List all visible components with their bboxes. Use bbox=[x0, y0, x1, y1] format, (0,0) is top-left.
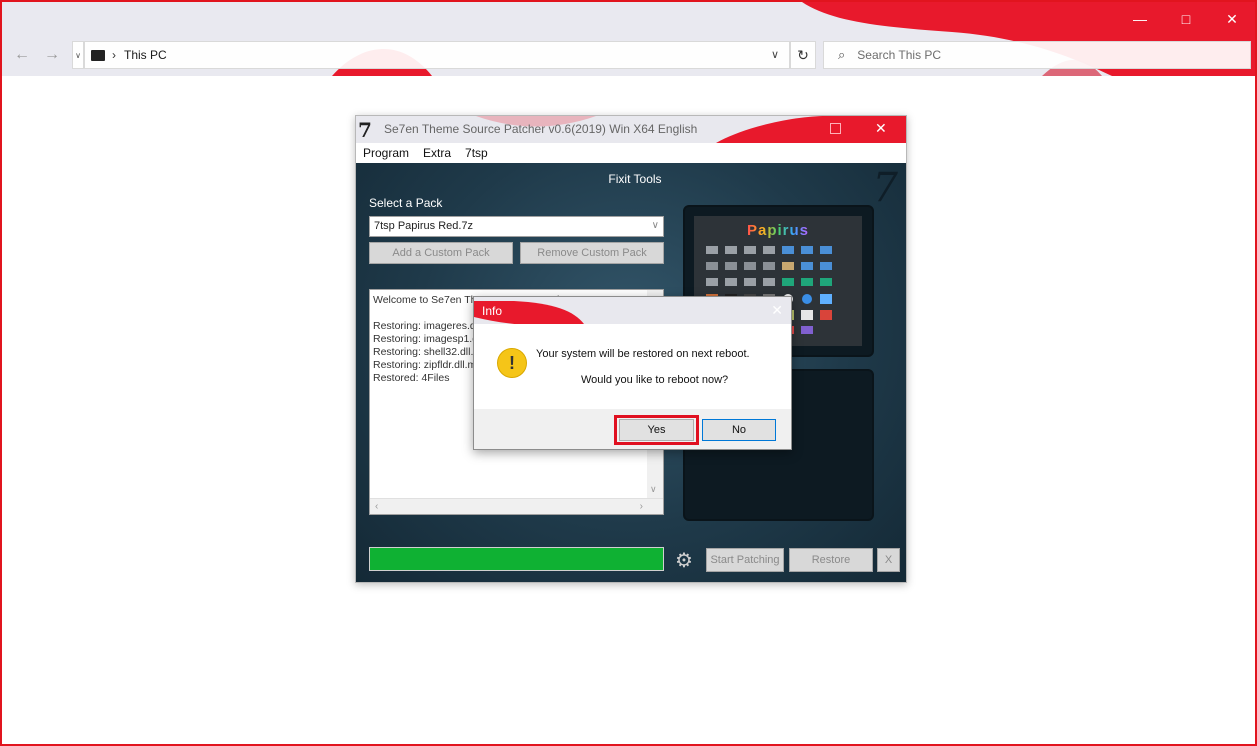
explorer-titlebar: — □ ✕ ← → ∨ › This PC ∨ ↻ ⌕ Search This … bbox=[2, 2, 1255, 76]
dialog-message-line1: Your system will be restored on next reb… bbox=[536, 348, 750, 360]
arrow-left-icon: ← bbox=[14, 46, 30, 63]
progress-bar bbox=[369, 547, 664, 571]
dialog-close-button[interactable]: ✕ bbox=[771, 302, 783, 319]
dialog-title-wave bbox=[474, 301, 584, 324]
dialog-footer: Yes No bbox=[474, 409, 791, 449]
scroll-right-icon[interactable]: › bbox=[640, 500, 643, 513]
gear-icon[interactable]: ⚙ bbox=[670, 548, 698, 572]
address-bar[interactable]: › This PC ∨ bbox=[84, 41, 790, 69]
remove-custom-pack-button[interactable]: Remove Custom Pack bbox=[520, 242, 664, 264]
search-input[interactable]: ⌕ Search This PC bbox=[823, 41, 1251, 69]
maximize-button[interactable] bbox=[830, 123, 841, 134]
fixit-tools-header: Fixit Tools bbox=[608, 172, 662, 186]
breadcrumb-this-pc[interactable]: This PC bbox=[124, 48, 167, 62]
menu-bar: Program Extra 7tsp bbox=[356, 143, 906, 163]
recent-locations-button[interactable]: ∨ bbox=[72, 41, 84, 69]
patcher-titlebar: 7 Se7en Theme Source Patcher v0.6(2019) … bbox=[356, 116, 906, 143]
dialog-titlebar: Info ✕ bbox=[474, 297, 791, 324]
scroll-left-icon[interactable]: ‹ bbox=[375, 500, 378, 513]
scroll-down-icon[interactable]: ∨ bbox=[650, 483, 657, 496]
forward-button[interactable]: → bbox=[38, 42, 66, 68]
menu-program[interactable]: Program bbox=[356, 143, 416, 163]
start-patching-button[interactable]: Start Patching bbox=[706, 548, 784, 572]
restore-button[interactable]: Restore bbox=[789, 548, 873, 572]
back-button[interactable]: ← bbox=[8, 42, 36, 68]
address-dropdown-icon[interactable]: ∨ bbox=[771, 48, 779, 61]
chevron-down-icon: ∨ bbox=[651, 220, 659, 231]
monitor-icon bbox=[91, 49, 105, 61]
search-placeholder: Search This PC bbox=[857, 48, 942, 62]
menu-extra[interactable]: Extra bbox=[416, 143, 458, 163]
screen: — □ ✕ ← → ∨ › This PC ∨ ↻ ⌕ Search This … bbox=[0, 0, 1257, 746]
breadcrumb-chevron-icon: › bbox=[112, 48, 116, 62]
7tsp-logo-icon: 7 bbox=[872, 165, 898, 211]
select-pack-label: Select a Pack bbox=[369, 196, 443, 210]
search-icon: ⌕ bbox=[838, 47, 846, 62]
refresh-icon: ↻ bbox=[797, 46, 809, 63]
arrow-right-icon: → bbox=[44, 46, 60, 63]
address-row: ← → ∨ › This PC ∨ ↻ ⌕ Search This PC bbox=[6, 40, 1251, 70]
yes-button[interactable]: Yes bbox=[619, 419, 694, 441]
horizontal-scrollbar[interactable]: ‹ › bbox=[370, 498, 663, 514]
refresh-button[interactable]: ↻ bbox=[790, 41, 816, 69]
dialog-title: Info bbox=[482, 304, 503, 318]
pack-select-value: 7tsp Papirus Red.7z bbox=[374, 220, 474, 232]
add-custom-pack-button[interactable]: Add a Custom Pack bbox=[369, 242, 513, 264]
close-x-button[interactable]: X bbox=[877, 548, 900, 572]
app-logo-icon: 7 bbox=[358, 118, 372, 142]
chevron-down-icon: ∨ bbox=[75, 50, 81, 60]
no-button[interactable]: No bbox=[702, 419, 776, 441]
info-dialog: Info ✕ ! Your system will be restored on… bbox=[473, 296, 792, 450]
menu-7tsp[interactable]: 7tsp bbox=[458, 143, 495, 163]
warning-icon: ! bbox=[497, 348, 527, 378]
patcher-title: Se7en Theme Source Patcher v0.6(2019) Wi… bbox=[384, 122, 698, 136]
dialog-message-line2: Would you like to reboot now? bbox=[581, 374, 729, 386]
minimize-button[interactable]: — bbox=[1117, 2, 1163, 36]
pack-select[interactable]: 7tsp Papirus Red.7z ∨ bbox=[369, 216, 664, 237]
close-button[interactable]: ✕ bbox=[875, 120, 887, 137]
maximize-button[interactable]: □ bbox=[1163, 2, 1209, 36]
window-controls: — □ ✕ bbox=[1117, 2, 1255, 36]
close-button[interactable]: ✕ bbox=[1209, 2, 1255, 36]
